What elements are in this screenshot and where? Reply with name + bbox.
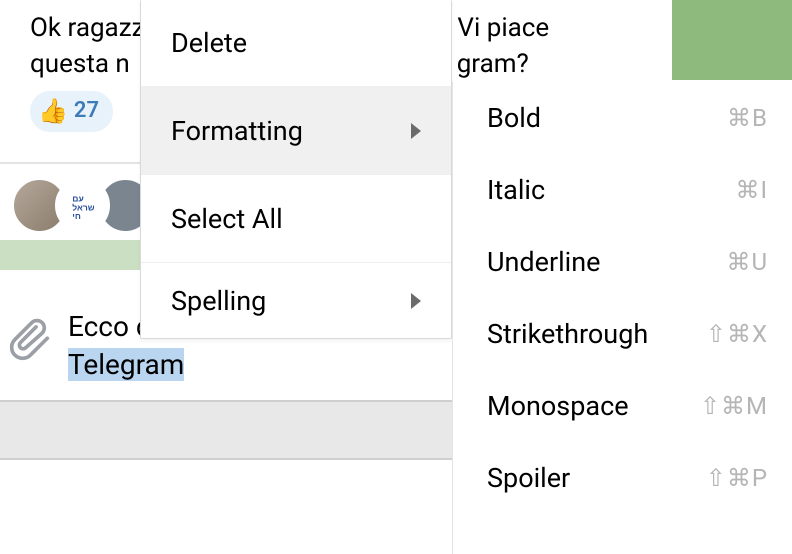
keyboard-shortcut: ⇧⌘X [706,320,768,348]
reaction-chip[interactable]: 👍 27 [30,91,113,133]
menu-formatting[interactable]: Formatting [141,86,451,174]
keyboard-shortcut: ⌘U [726,248,768,276]
keyboard-shortcut: ⌘B [727,104,768,132]
menu-delete[interactable]: Delete [141,0,451,86]
submenu-label: Underline [487,246,600,278]
menu-select-all[interactable]: Select All [141,174,451,262]
context-menu: Delete Formatting Select All Spelling [140,0,452,339]
formatting-submenu: Bold ⌘B Italic ⌘I Underline ⌘U Strikethr… [452,82,792,554]
avatar[interactable]: עםישראלחי [55,178,110,233]
menu-label: Select All [171,203,283,235]
submenu-label: Monospace [487,390,629,422]
msg-text: Vi piace [457,13,549,43]
svg-text:חי: חי [72,211,81,220]
paperclip-icon[interactable] [8,318,52,366]
submenu-bold[interactable]: Bold ⌘B [453,82,792,154]
menu-label: Formatting [171,115,303,147]
input-line: Telegram [68,346,184,384]
reaction-count: 27 [74,96,99,127]
thumbs-up-icon: 👍 [38,95,68,129]
submenu-strikethrough[interactable]: Strikethrough ⇧⌘X [453,298,792,370]
msg-text: questa n [30,49,130,79]
submenu-label: Strikethrough [487,318,648,350]
viewer-avatars: עםישראלחי [12,178,141,233]
submenu-underline[interactable]: Underline ⌘U [453,226,792,298]
submenu-label: Italic [487,174,545,206]
submenu-italic[interactable]: Italic ⌘I [453,154,792,226]
menu-label: Spelling [171,285,266,317]
keyboard-shortcut: ⇧⌘P [706,464,768,492]
submenu-label: Bold [487,102,541,134]
msg-text: Ok ragazz [30,13,145,43]
chevron-right-icon [411,123,421,139]
chevron-right-icon [411,293,421,309]
submenu-label: Spoiler [487,462,570,494]
submenu-monospace[interactable]: Monospace ⇧⌘M [453,370,792,442]
menu-spelling[interactable]: Spelling [141,262,451,338]
keyboard-shortcut: ⌘I [735,176,768,204]
menu-label: Delete [171,27,247,59]
keyboard-shortcut: ⇧⌘M [700,392,768,420]
msg-text: gram? [457,49,529,79]
submenu-spoiler[interactable]: Spoiler ⇧⌘P [453,442,792,514]
